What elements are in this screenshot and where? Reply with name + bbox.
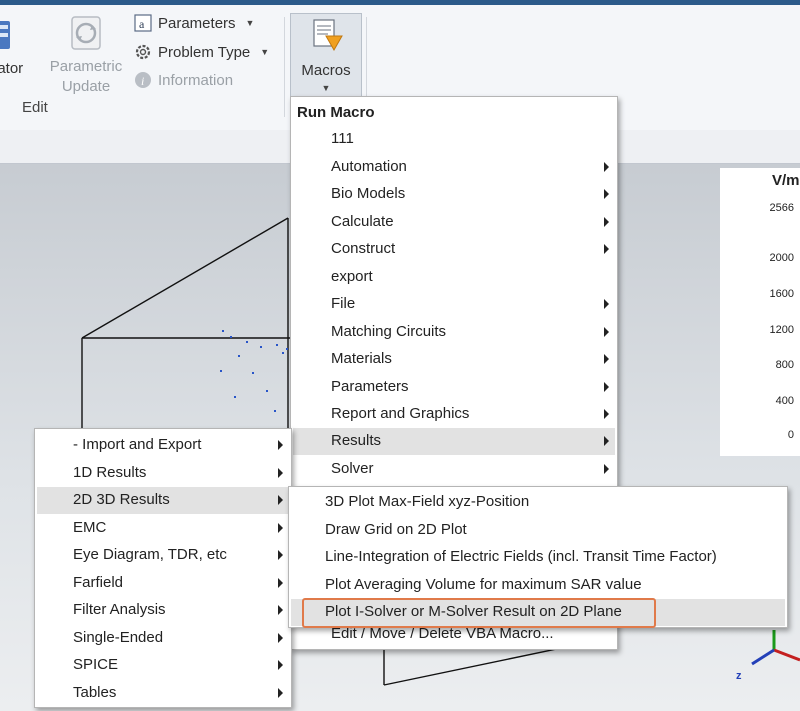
results-item-spice[interactable]: SPICE: [37, 652, 289, 679]
results-item-single-ended[interactable]: Single-Ended: [37, 625, 289, 652]
macro-item-matching-circuits[interactable]: Matching Circuits: [293, 319, 615, 346]
item-draw-grid-on-2d-plot[interactable]: Draw Grid on 2D Plot: [291, 517, 785, 544]
mesh-dot: [274, 410, 276, 412]
mesh-dot: [220, 370, 222, 372]
results-submenu: - Import and Export 1D Results 2D 3D Res…: [34, 428, 292, 708]
macro-item-materials[interactable]: Materials: [293, 346, 615, 373]
mesh-dot: [246, 341, 248, 343]
submenu-arrow-icon: [278, 440, 283, 450]
submenu-arrow-icon: [604, 299, 609, 309]
legend-tick: 1200: [769, 324, 794, 336]
macro-item-parameters[interactable]: Parameters: [293, 374, 615, 401]
submenu-arrow-icon: [278, 633, 283, 643]
submenu-arrow-icon: [604, 464, 609, 474]
legend-tick: 1600: [769, 288, 794, 300]
mesh-dot: [266, 390, 268, 392]
submenu-arrow-icon: [278, 660, 283, 670]
mesh-dot: [230, 336, 232, 338]
axis-z-line: [751, 648, 775, 666]
mesh-dot: [252, 372, 254, 374]
results-item-filter-analysis[interactable]: Filter Analysis: [37, 597, 289, 624]
mesh-dot: [260, 346, 262, 348]
item-3d-plot-max-field[interactable]: 3D Plot Max-Field xyz-Position: [291, 489, 785, 516]
results-item-eye-diagram[interactable]: Eye Diagram, TDR, etc: [37, 542, 289, 569]
mesh-dot: [238, 355, 240, 357]
submenu-arrow-icon: [278, 688, 283, 698]
submenu-arrow-icon: [278, 495, 283, 505]
submenu-arrow-icon: [278, 550, 283, 560]
highlight-annotation-box: [302, 598, 656, 628]
run-macro-header: Run Macro: [297, 104, 375, 121]
axis-x-line: [773, 648, 800, 662]
mesh-dot: [276, 344, 278, 346]
results-item-farfield[interactable]: Farfield: [37, 570, 289, 597]
macro-item-solver[interactable]: Solver: [293, 456, 615, 483]
mesh-dot: [286, 348, 288, 350]
mesh-dot: [282, 352, 284, 354]
macro-item-automation[interactable]: Automation: [293, 154, 615, 181]
macro-item-calculate[interactable]: Calculate: [293, 209, 615, 236]
results-item-2d-3d-results[interactable]: 2D 3D Results: [37, 487, 289, 514]
submenu-arrow-icon: [604, 382, 609, 392]
legend-tick: 400: [775, 395, 794, 407]
submenu-arrow-icon: [604, 162, 609, 172]
legend-tick: 2566: [769, 202, 794, 214]
submenu-arrow-icon: [278, 468, 283, 478]
legend-tick: 2000: [769, 252, 794, 264]
submenu-arrow-icon: [278, 605, 283, 615]
submenu-arrow-icon: [604, 409, 609, 419]
submenu-arrow-icon: [604, 354, 609, 364]
legend-tick: 800: [775, 359, 794, 371]
mesh-dot: [234, 396, 236, 398]
macro-item-file[interactable]: File: [293, 291, 615, 318]
macro-item-export[interactable]: export: [293, 264, 615, 291]
legend-tick: 0: [787, 429, 794, 441]
mesh-dot: [222, 330, 224, 332]
macro-item-report-and-graphics[interactable]: Report and Graphics: [293, 401, 615, 428]
submenu-arrow-icon: [278, 578, 283, 588]
macro-item-bio-models[interactable]: Bio Models: [293, 181, 615, 208]
submenu-arrow-icon: [604, 244, 609, 254]
submenu-arrow-icon: [604, 327, 609, 337]
submenu-arrow-icon: [604, 436, 609, 446]
results-item-emc[interactable]: EMC: [37, 515, 289, 542]
axis-z-label: z: [736, 670, 742, 682]
macro-item-construct[interactable]: Construct: [293, 236, 615, 263]
macro-item-results[interactable]: Results: [293, 428, 615, 455]
results-item-1d-results[interactable]: 1D Results: [37, 460, 289, 487]
item-plot-averaging-volume-sar[interactable]: Plot Averaging Volume for maximum SAR va…: [291, 572, 785, 599]
item-line-integration-electric-fields[interactable]: Line-Integration of Electric Fields (inc…: [291, 544, 785, 571]
legend-unit: V/m: [772, 172, 800, 189]
results-item-tables[interactable]: Tables: [37, 680, 289, 707]
submenu-arrow-icon: [604, 189, 609, 199]
macro-item-111[interactable]: 111: [293, 126, 615, 153]
field-color-legend: V/m 2566 2000 1600 1200 800 400 0: [720, 168, 800, 456]
submenu-arrow-icon: [604, 217, 609, 227]
results-item-import-and-export[interactable]: - Import and Export: [37, 432, 289, 459]
submenu-arrow-icon: [278, 523, 283, 533]
